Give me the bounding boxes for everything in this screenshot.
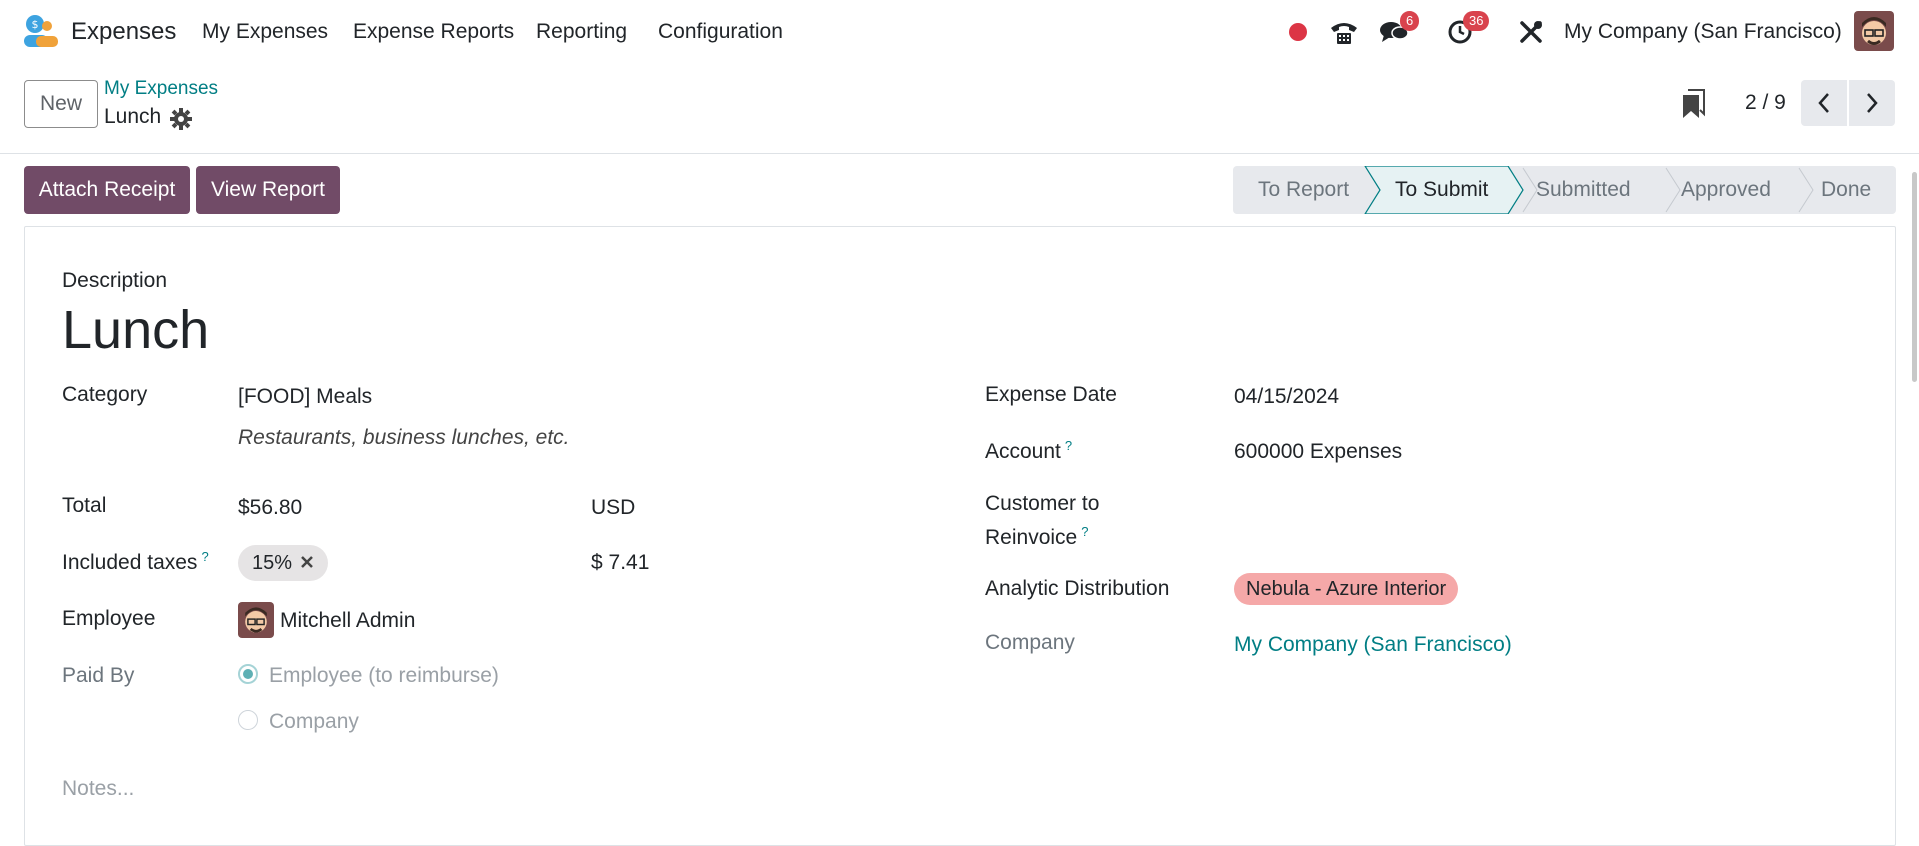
svg-text:$: $	[32, 18, 39, 31]
paid-by-employee-radio[interactable]	[238, 664, 258, 684]
paid-by-company-radio[interactable]	[238, 710, 258, 730]
menu-configuration[interactable]: Configuration	[658, 20, 783, 44]
breadcrumb-parent[interactable]: My Expenses	[104, 78, 218, 100]
messages-badge: 6	[1400, 11, 1420, 31]
expense-date-label: Expense Date	[985, 383, 1117, 406]
tax-amount: $ 7.41	[591, 551, 650, 574]
attach-receipt-button[interactable]: Attach Receipt	[24, 166, 190, 214]
customer-label-line1: Customer to	[985, 492, 1100, 515]
help-icon[interactable]: ?	[1081, 524, 1088, 539]
scrollbar[interactable]	[1912, 172, 1917, 382]
form-sheet: Description Lunch Category [FOOD] Meals …	[24, 226, 1896, 846]
chevron-right-icon[interactable]	[1849, 80, 1895, 126]
phone-icon[interactable]	[1328, 14, 1360, 50]
expenses-logo-icon[interactable]: $	[22, 14, 58, 48]
notes-field[interactable]: Notes...	[62, 777, 134, 801]
status-approved[interactable]: Approved	[1681, 166, 1771, 214]
description-label: Description	[62, 269, 168, 292]
expense-date-field[interactable]: 04/15/2024	[1234, 385, 1339, 409]
employee-field[interactable]: Mitchell Admin	[280, 609, 415, 633]
menu-my-expenses[interactable]: My Expenses	[202, 20, 328, 44]
currency-field[interactable]: USD	[591, 496, 635, 520]
status-done[interactable]: Done	[1821, 166, 1871, 214]
menu-expense-reports[interactable]: Expense Reports	[353, 20, 514, 44]
menu-reporting[interactable]: Reporting	[536, 20, 627, 44]
app-name[interactable]: Expenses	[71, 18, 176, 46]
analytic-tag[interactable]: Nebula - Azure Interior	[1234, 573, 1459, 605]
total-field[interactable]: $56.80	[238, 496, 302, 520]
status-submitted[interactable]: Submitted	[1536, 166, 1631, 214]
help-icon[interactable]: ?	[1065, 438, 1072, 453]
paid-by-employee-label[interactable]: Employee (to reimburse)	[269, 664, 499, 688]
status-to-report[interactable]: To Report	[1258, 166, 1349, 214]
customer-label-line2: Reinvoice	[985, 526, 1078, 549]
user-avatar[interactable]	[1854, 11, 1894, 51]
status-bar: To Report To Submit Submitted Approved D…	[1233, 166, 1896, 214]
paid-by-label: Paid By	[62, 664, 135, 687]
close-icon[interactable]	[300, 552, 314, 575]
chevron-left-icon[interactable]	[1801, 80, 1847, 126]
tools-icon[interactable]	[1516, 14, 1546, 50]
bookmark-icon[interactable]	[1680, 88, 1706, 120]
account-field[interactable]: 600000 Expenses	[1234, 440, 1402, 464]
company-field[interactable]: My Company (San Francisco)	[1234, 633, 1512, 657]
employee-avatar	[238, 602, 274, 638]
view-report-button[interactable]: View Report	[196, 166, 340, 214]
description-input[interactable]: Lunch	[62, 299, 209, 361]
included-taxes-label: Included taxes?	[62, 549, 209, 575]
analytic-distribution-label: Analytic Distribution	[985, 577, 1170, 600]
customer-label: Reinvoice?	[985, 524, 1088, 550]
account-label: Account?	[985, 438, 1072, 464]
breadcrumb-current: Lunch	[104, 105, 162, 128]
help-icon[interactable]: ?	[201, 549, 208, 564]
account-label-text: Account	[985, 440, 1061, 463]
top-navbar: $ Expenses My Expenses Expense Reports R…	[0, 0, 1919, 64]
record-dot-icon[interactable]	[1287, 14, 1309, 50]
paid-by-company-label[interactable]: Company	[269, 710, 359, 734]
gear-icon[interactable]	[170, 108, 192, 130]
pager-value[interactable]: 2 / 9	[1745, 91, 1786, 115]
category-field[interactable]: [FOOD] Meals	[238, 385, 372, 409]
included-taxes-label-text: Included taxes	[62, 551, 198, 574]
control-panel: New My Expenses Lunch 2 / 9	[0, 64, 1919, 154]
company-label: Company	[985, 631, 1075, 654]
tax-tag[interactable]: 15%	[238, 545, 329, 581]
category-description: Restaurants, business lunches, etc.	[238, 426, 570, 449]
total-label: Total	[62, 494, 107, 517]
tax-tag-label: 15%	[252, 551, 293, 574]
company-switcher[interactable]: My Company (San Francisco)	[1564, 20, 1842, 44]
category-label: Category	[62, 383, 148, 406]
employee-label: Employee	[62, 607, 156, 630]
activities-badge: 36	[1463, 11, 1490, 31]
status-to-submit[interactable]: To Submit	[1395, 166, 1488, 214]
new-button[interactable]: New	[24, 80, 98, 128]
